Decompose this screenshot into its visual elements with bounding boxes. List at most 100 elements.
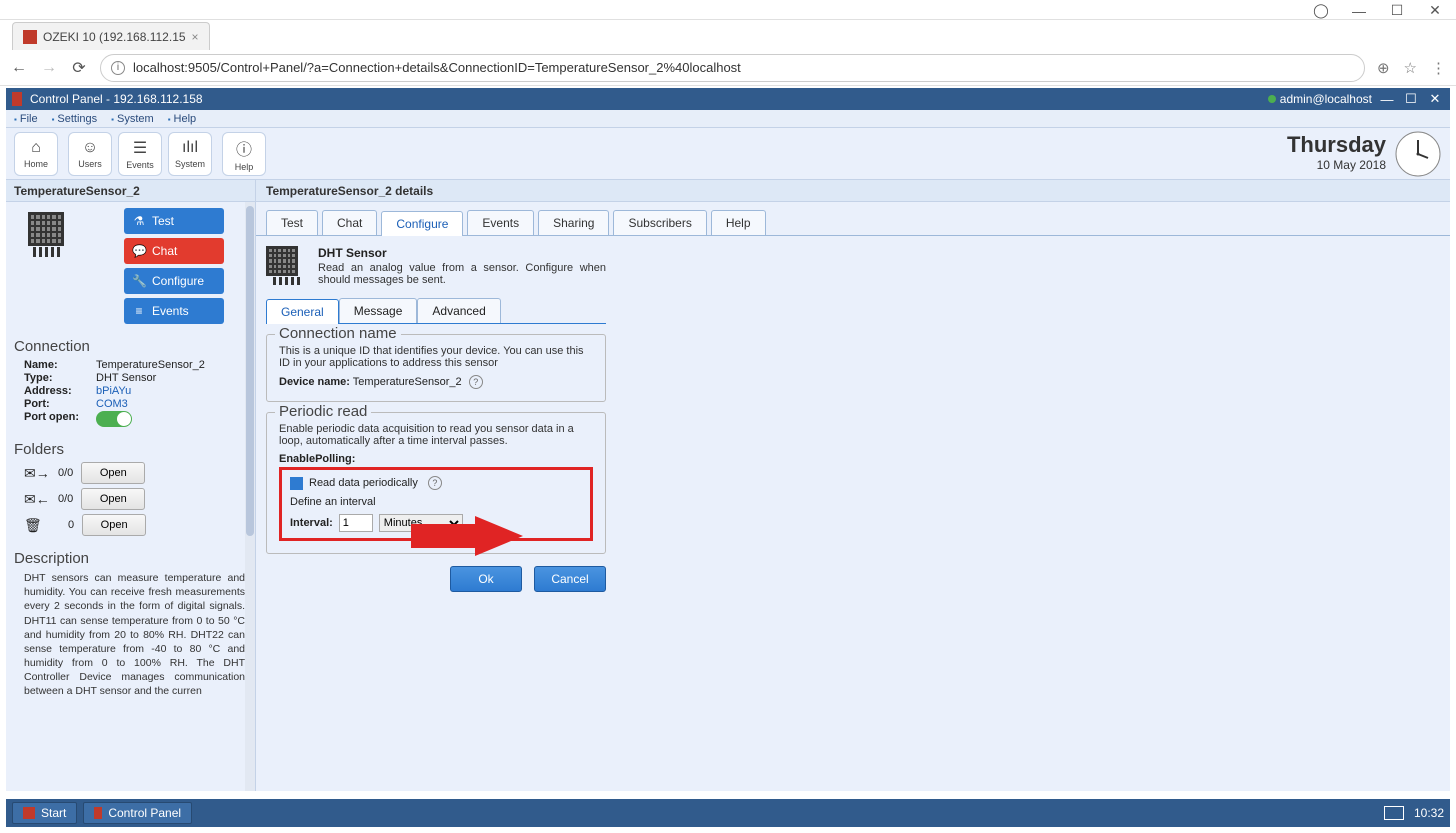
events-icon: ☰ xyxy=(133,138,147,158)
browser-tab-bar: OZEKI 10 (192.168.112.15 × xyxy=(0,20,1456,50)
ozeki-app: Control Panel - 192.168.112.158 admin@lo… xyxy=(6,88,1450,791)
favicon-icon xyxy=(23,30,37,44)
app-title: Control Panel - 192.168.112.158 xyxy=(30,92,203,106)
description-title: Description xyxy=(14,550,247,567)
keyboard-icon[interactable] xyxy=(1384,806,1404,820)
reload-icon[interactable]: ⟳ xyxy=(70,58,88,78)
main-tabs: Test Chat Configure Events Sharing Subsc… xyxy=(256,202,1450,236)
main-header: TemperatureSensor_2 details xyxy=(256,180,1450,202)
subtab-message[interactable]: Message xyxy=(339,298,418,323)
taskbar-clock: 10:32 xyxy=(1414,806,1444,820)
subtab-general[interactable]: General xyxy=(266,299,339,324)
toolbar-events[interactable]: ☰Events xyxy=(118,132,162,176)
connection-name-group: Connection name This is a unique ID that… xyxy=(266,334,606,402)
cfg-desc: Read an analog value from a sensor. Conf… xyxy=(318,262,606,286)
menu-help[interactable]: Help xyxy=(168,113,196,125)
menu-icon[interactable]: ⋮ xyxy=(1431,59,1446,77)
maximize-icon[interactable]: ☐ xyxy=(1390,4,1404,18)
toolbar-help[interactable]: ⓘHelp xyxy=(222,132,266,176)
menu-file[interactable]: File xyxy=(14,113,38,125)
menu-system[interactable]: System xyxy=(111,113,154,125)
help-icon: ⓘ xyxy=(236,136,252,160)
system-icon: ılıl xyxy=(182,139,198,157)
close-icon[interactable]: ✕ xyxy=(1428,4,1442,18)
description-text: DHT sensors can measure temperature and … xyxy=(14,571,247,699)
date-day: Thursday xyxy=(1287,132,1386,158)
chat-button[interactable]: 💬Chat xyxy=(124,238,224,264)
folders-title: Folders xyxy=(14,441,247,458)
app-user: admin@localhost xyxy=(1280,92,1372,106)
chat-icon: 💬 xyxy=(132,244,146,258)
left-header: TemperatureSensor_2 xyxy=(6,180,255,202)
tab-close-icon[interactable]: × xyxy=(192,30,199,44)
toolbar-home[interactable]: ⌂Home xyxy=(14,132,58,176)
help-icon[interactable]: ? xyxy=(469,375,483,389)
taskbar: Start Control Panel 10:32 xyxy=(6,799,1450,827)
annotation-arrow-icon xyxy=(411,516,523,556)
home-icon: ⌂ xyxy=(31,139,41,157)
interval-input[interactable] xyxy=(339,514,373,532)
ok-button[interactable]: Ok xyxy=(450,566,522,592)
tab-configure[interactable]: Configure xyxy=(381,211,463,236)
date-full: 10 May 2018 xyxy=(1287,158,1386,172)
open-inbox-button[interactable]: Open xyxy=(81,488,145,510)
menu-settings[interactable]: Settings xyxy=(52,113,98,125)
app-close-icon[interactable]: ✕ xyxy=(1426,91,1444,107)
os-window-controls: ◯ — ☐ ✕ xyxy=(0,0,1456,20)
status-dot-icon xyxy=(1268,95,1276,103)
read-periodically-checkbox[interactable] xyxy=(290,477,303,490)
events-button[interactable]: ≡Events xyxy=(124,298,224,324)
left-panel: TemperatureSensor_2 ⚗Test 💬Chat 🔧Configu… xyxy=(6,180,256,791)
app-title-bar: Control Panel - 192.168.112.158 admin@lo… xyxy=(6,88,1450,110)
tab-chat[interactable]: Chat xyxy=(322,210,377,235)
toolbar-system[interactable]: ılılSystem xyxy=(168,132,212,176)
forward-icon[interactable]: → xyxy=(40,59,58,77)
browser-tab[interactable]: OZEKI 10 (192.168.112.15 × xyxy=(12,22,210,50)
configure-button[interactable]: 🔧Configure xyxy=(124,268,224,294)
app-toolbar: ⌂Home ☺Users ☰Events ılılSystem ⓘHelp Th… xyxy=(6,128,1450,180)
back-icon[interactable]: ← xyxy=(10,59,28,77)
mail-in-icon: ✉← xyxy=(24,491,50,508)
sensor-chip-icon xyxy=(24,212,68,260)
zoom-icon[interactable]: ⊕ xyxy=(1377,59,1390,77)
minimize-icon[interactable]: — xyxy=(1352,4,1366,18)
user-icon[interactable]: ◯ xyxy=(1314,4,1328,18)
tab-title: OZEKI 10 (192.168.112.15 xyxy=(43,30,186,44)
connection-title: Connection xyxy=(14,338,247,355)
app-minimize-icon[interactable]: — xyxy=(1378,92,1396,107)
url-input[interactable]: i localhost:9505/Control+Panel/?a=Connec… xyxy=(100,54,1365,82)
start-icon xyxy=(23,807,35,819)
help-icon[interactable]: ? xyxy=(428,476,442,490)
list-icon: ≡ xyxy=(132,304,146,318)
app-menu-bar: File Settings System Help xyxy=(6,110,1450,128)
tab-subscribers[interactable]: Subscribers xyxy=(613,210,706,235)
bookmark-icon[interactable]: ☆ xyxy=(1404,59,1417,77)
tab-test[interactable]: Test xyxy=(266,210,318,235)
port-open-toggle[interactable] xyxy=(96,411,132,427)
users-icon: ☺ xyxy=(82,139,98,157)
trash-icon: 🗑 xyxy=(24,517,50,534)
taskbar-control-panel[interactable]: Control Panel xyxy=(83,802,192,824)
open-outbox-button[interactable]: Open xyxy=(81,462,145,484)
cfg-subtabs: General Message Advanced xyxy=(266,298,606,324)
folder-trash: 🗑 0 Open xyxy=(24,514,247,536)
browser-address-bar: ← → ⟳ i localhost:9505/Control+Panel/?a=… xyxy=(0,50,1456,86)
app-maximize-icon[interactable]: ☐ xyxy=(1402,91,1420,107)
url-text: localhost:9505/Control+Panel/?a=Connecti… xyxy=(133,60,741,75)
start-button[interactable]: Start xyxy=(12,802,77,824)
toolbar-users[interactable]: ☺Users xyxy=(68,132,112,176)
robot-icon xyxy=(94,807,102,819)
tab-events[interactable]: Events xyxy=(467,210,534,235)
site-info-icon[interactable]: i xyxy=(111,61,125,75)
wrench-icon: 🔧 xyxy=(132,274,146,288)
test-button[interactable]: ⚗Test xyxy=(124,208,224,234)
subtab-advanced[interactable]: Advanced xyxy=(417,298,500,323)
cancel-button[interactable]: Cancel xyxy=(534,566,606,592)
clock-icon xyxy=(1394,130,1442,178)
main-panel: TemperatureSensor_2 details Test Chat Co… xyxy=(256,180,1450,791)
date-block: Thursday 10 May 2018 xyxy=(1287,132,1386,172)
tab-help[interactable]: Help xyxy=(711,210,766,235)
open-trash-button[interactable]: Open xyxy=(82,514,146,536)
folder-inbox: ✉← 0/0 Open xyxy=(24,488,247,510)
tab-sharing[interactable]: Sharing xyxy=(538,210,609,235)
